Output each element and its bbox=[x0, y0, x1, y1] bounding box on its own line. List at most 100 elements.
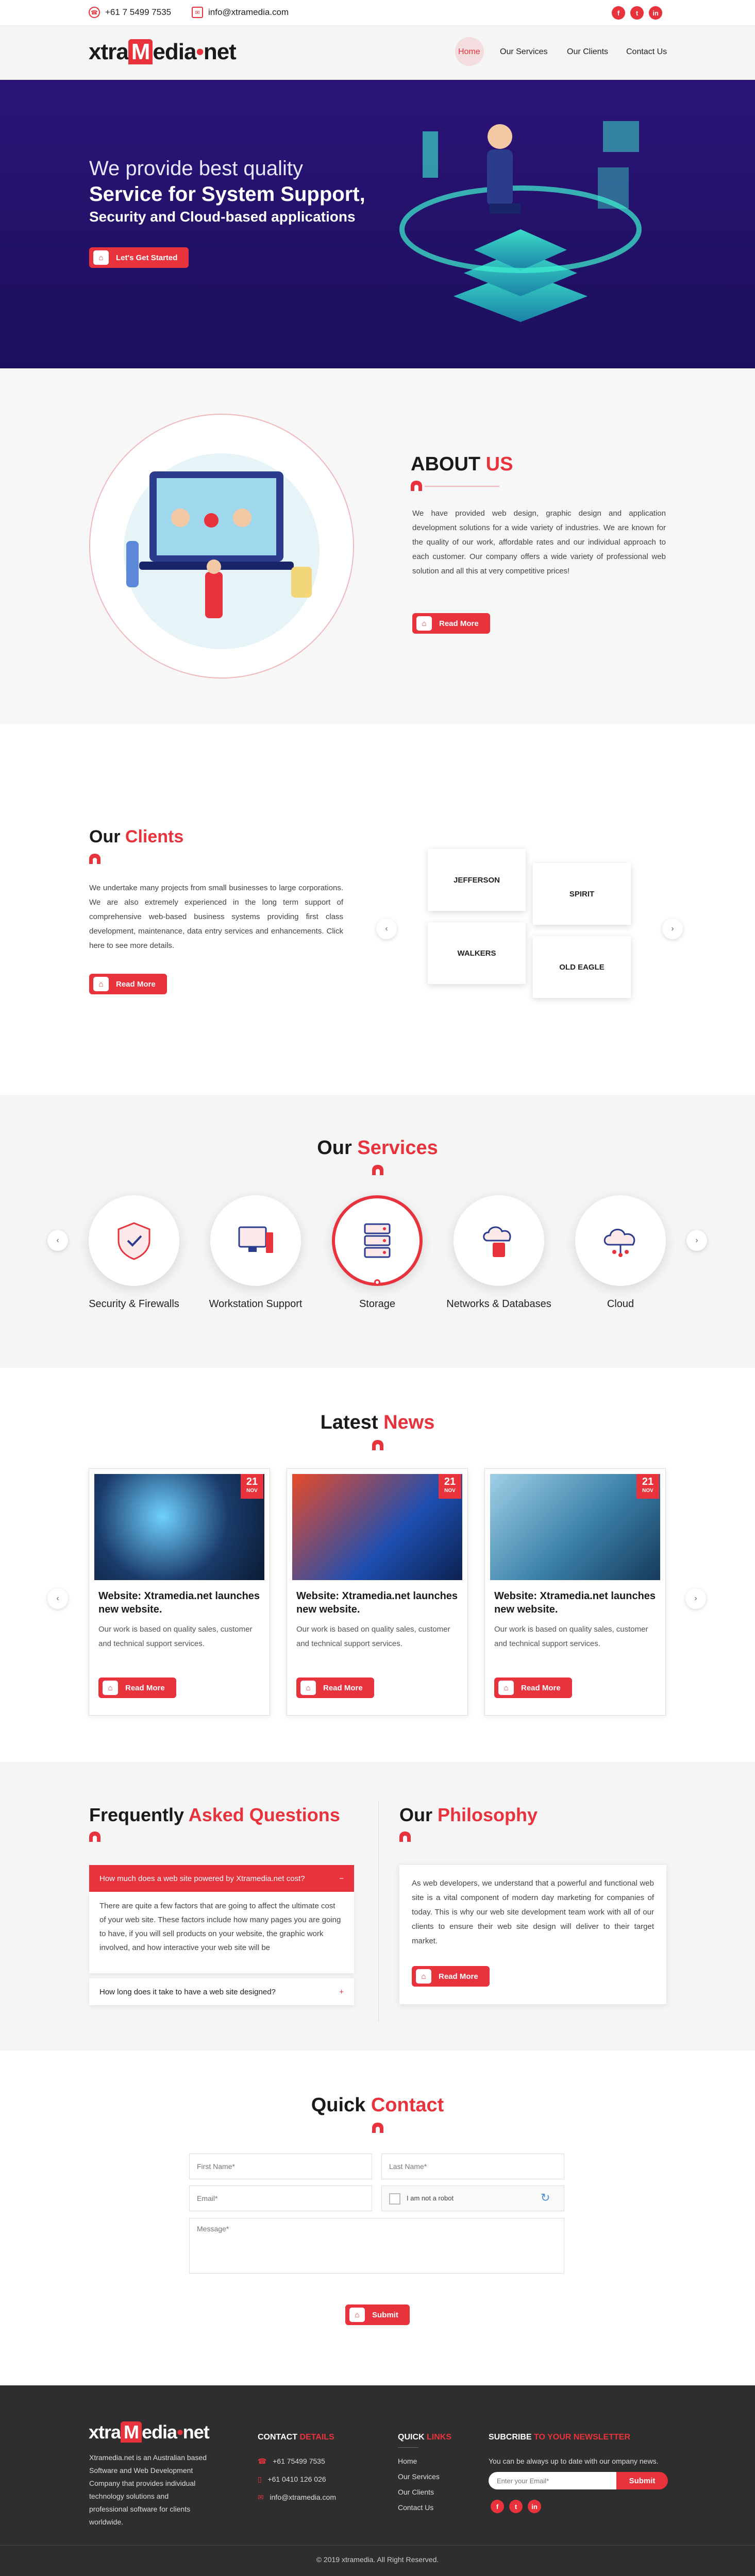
service-label: Workstation Support bbox=[209, 1298, 303, 1310]
news-card[interactable]: 21 NOV Website: Xtramedia.net launches ne… bbox=[484, 1468, 666, 1716]
philosophy-card: As web developers, we understand that a … bbox=[399, 1865, 666, 2004]
client-logo-card: OLD EAGLE bbox=[533, 936, 631, 998]
service-cloud[interactable] bbox=[575, 1195, 666, 1286]
active-dot bbox=[374, 1279, 380, 1285]
nav-services[interactable]: Our Services bbox=[500, 47, 547, 57]
faq-title: Frequently Asked Questions bbox=[89, 1804, 340, 1825]
services-prev-arrow[interactable]: ‹ bbox=[47, 1230, 68, 1251]
minus-icon: − bbox=[339, 1874, 344, 1883]
brand-m-icon bbox=[372, 1165, 383, 1175]
service-label: Storage bbox=[359, 1298, 396, 1310]
mail-icon: ✉ bbox=[258, 2493, 264, 2501]
news-read-more-button[interactable]: ⌂ Read More bbox=[296, 1677, 374, 1698]
footer-phone-1[interactable]: ☎ +61 75499 7535 bbox=[258, 2455, 325, 2468]
newsletter-email-input[interactable] bbox=[489, 2472, 617, 2489]
clients-text: We undertake many projects from small bu… bbox=[89, 884, 343, 950]
footer-link-contact[interactable]: Contact Us bbox=[398, 2501, 433, 2514]
site-footer: xtra Media•net Xtramedia.net is an Austra… bbox=[0, 2385, 755, 2576]
nav-contact[interactable]: Contact Us bbox=[626, 47, 667, 57]
news-card[interactable]: 21 NOV Website: Xtramedia.net launches ne… bbox=[287, 1468, 468, 1716]
nav-clients[interactable]: Our Clients bbox=[567, 47, 608, 57]
news-image bbox=[490, 1474, 660, 1580]
services-title: Our Services bbox=[317, 1137, 438, 1159]
site-header: xtra Media•net Home Our Services Our Clie… bbox=[0, 26, 755, 80]
facebook-icon[interactable]: f bbox=[491, 2500, 504, 2513]
service-label: Networks & Databases bbox=[446, 1298, 551, 1310]
brand-m-icon: ⌂ bbox=[300, 1681, 316, 1695]
philosophy-read-more-button[interactable]: ⌂ Read More bbox=[412, 1966, 490, 1987]
brand-m-icon bbox=[399, 1832, 411, 1842]
footer-link-services[interactable]: Our Services bbox=[398, 2470, 440, 2483]
news-read-more-button[interactable]: ⌂ Read More bbox=[98, 1677, 176, 1698]
brand-m-icon: ⌂ bbox=[498, 1681, 514, 1695]
news-section: Latest News ‹ 21 NOV Website: Xtramedia.n… bbox=[0, 1368, 755, 1762]
news-card[interactable]: 21 NOV Website: Xtramedia.net launches ne… bbox=[89, 1468, 270, 1716]
linkedin-icon[interactable]: in bbox=[649, 6, 662, 20]
footer-logo[interactable]: xtra Media•net bbox=[89, 2421, 210, 2443]
brand-m-icon bbox=[411, 481, 422, 491]
about-read-more-button[interactable]: ⌂ Read More bbox=[412, 613, 490, 634]
footer-link-clients[interactable]: Our Clients bbox=[398, 2486, 434, 2499]
first-name-input[interactable] bbox=[189, 2154, 372, 2179]
recaptcha-checkbox[interactable] bbox=[389, 2193, 400, 2205]
faq-answer-panel: There are quite a few factors that are g… bbox=[89, 1892, 354, 1973]
shield-icon bbox=[118, 1222, 150, 1260]
brand-m-icon: ⌂ bbox=[349, 2308, 365, 2322]
clients-read-more-button[interactable]: ⌂ Read More bbox=[89, 974, 167, 994]
get-started-button[interactable]: ⌂ Let's Get Started bbox=[89, 247, 189, 268]
service-security[interactable] bbox=[89, 1195, 179, 1286]
brand-m-icon bbox=[89, 854, 100, 864]
faq-question-open[interactable]: How much does a web site powered by Xtra… bbox=[89, 1865, 354, 1892]
client-logo-card: JEFFERSON bbox=[428, 849, 526, 911]
news-title: Website: Xtramedia.net launches new webs… bbox=[296, 1590, 458, 1615]
twitter-icon[interactable]: t bbox=[509, 2500, 523, 2513]
faq-question[interactable]: How long does it take to have a web site… bbox=[89, 1978, 354, 2005]
facebook-icon[interactable]: f bbox=[612, 6, 625, 20]
news-prev-arrow[interactable]: ‹ bbox=[47, 1588, 68, 1609]
footer-contact-heading: CONTACT DETAILS bbox=[258, 2433, 334, 2442]
server-icon bbox=[364, 1223, 391, 1258]
last-name-input[interactable] bbox=[381, 2154, 564, 2179]
clients-next-arrow[interactable]: › bbox=[662, 919, 683, 939]
news-text: Our work is based on quality sales, cust… bbox=[494, 1625, 648, 1648]
nav-home[interactable]: Home bbox=[458, 47, 480, 57]
cloud-icon bbox=[603, 1229, 635, 1257]
service-storage[interactable] bbox=[332, 1195, 423, 1286]
service-workstation[interactable] bbox=[210, 1195, 301, 1286]
brand-m-icon bbox=[372, 2123, 383, 2133]
contact-submit-button[interactable]: ⌂ Submit bbox=[345, 2304, 410, 2325]
site-logo[interactable]: xtra Media•net bbox=[89, 39, 237, 65]
top-bar: ☎ +61 7 5499 7535 ✉ info@xtramedia.com f… bbox=[0, 0, 755, 26]
topbar-phone[interactable]: ☎ +61 7 5499 7535 bbox=[89, 7, 171, 18]
footer-newsletter-text: You can be always up to date with our om… bbox=[489, 2457, 659, 2465]
news-read-more-button[interactable]: ⌂ Read More bbox=[494, 1677, 572, 1698]
footer-about: Xtramedia.net is an Australian based Sof… bbox=[89, 2453, 207, 2526]
clients-section: Our Clients We undertake many projects f… bbox=[0, 724, 755, 1095]
twitter-icon[interactable]: t bbox=[630, 6, 644, 20]
footer-email[interactable]: ✉ info@xtramedia.com bbox=[258, 2491, 336, 2504]
brand-m-icon bbox=[372, 1440, 383, 1450]
faq-answer: There are quite a few factors that are g… bbox=[99, 1902, 341, 1952]
brand-m-icon: ⌂ bbox=[93, 250, 109, 265]
linkedin-icon[interactable]: in bbox=[528, 2500, 541, 2513]
footer-link-home[interactable]: Home bbox=[398, 2455, 417, 2468]
title-underline bbox=[425, 486, 499, 487]
monitor-icon bbox=[238, 1226, 273, 1253]
services-next-arrow[interactable]: › bbox=[686, 1230, 707, 1251]
message-input[interactable] bbox=[189, 2218, 564, 2274]
news-image bbox=[94, 1474, 264, 1580]
clients-title: Our Clients bbox=[89, 827, 184, 846]
server-illustration-icon bbox=[399, 121, 642, 322]
services-section: Our Services ‹ Security & Firewalls Work… bbox=[0, 1095, 755, 1368]
news-title: Latest News bbox=[320, 1412, 435, 1433]
topbar-phone-text: +61 7 5499 7535 bbox=[105, 7, 172, 17]
newsletter-submit-button[interactable]: Submit bbox=[616, 2472, 668, 2489]
news-next-arrow[interactable]: › bbox=[685, 1588, 706, 1609]
clients-prev-arrow[interactable]: ‹ bbox=[376, 919, 397, 939]
footer-phone-2[interactable]: ▯ +61 0410 126 026 bbox=[258, 2473, 326, 2486]
email-input[interactable] bbox=[189, 2185, 372, 2211]
recaptcha-logo-icon: ↻ bbox=[541, 2191, 550, 2204]
topbar-email[interactable]: ✉ info@xtramedia.com bbox=[192, 7, 289, 18]
service-networks[interactable] bbox=[454, 1195, 544, 1286]
news-title: Website: Xtramedia.net launches new webs… bbox=[98, 1590, 260, 1615]
